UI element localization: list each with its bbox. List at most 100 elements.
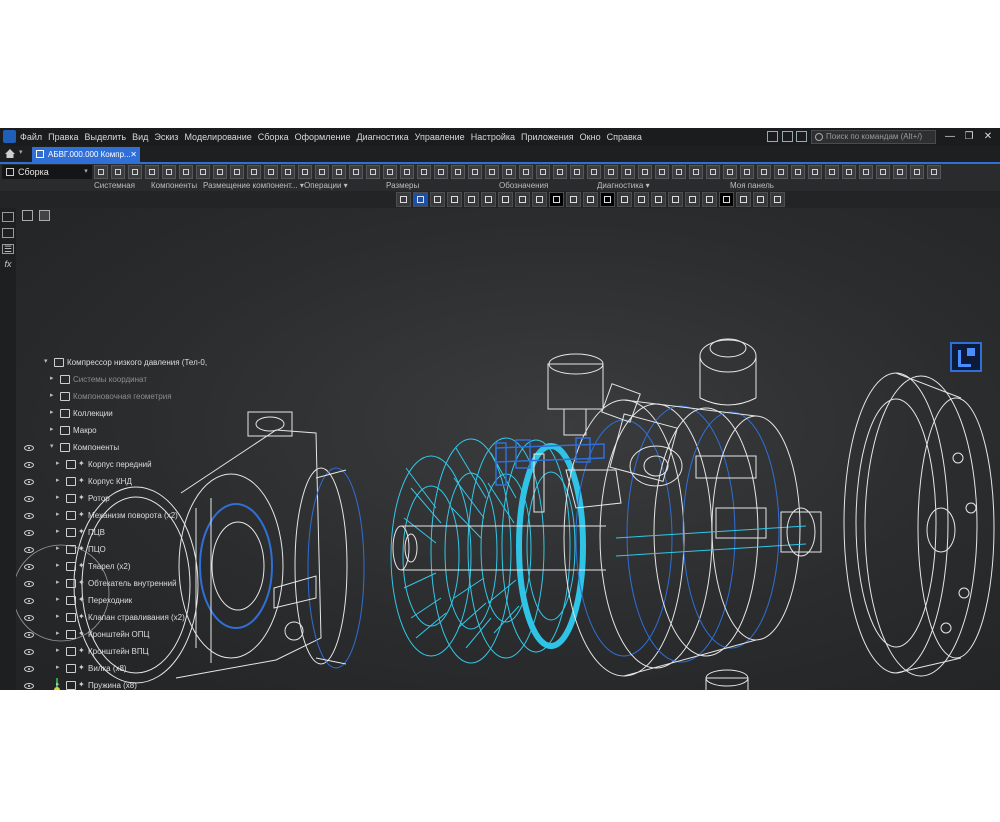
ribbon-command-icon[interactable] [417, 165, 431, 179]
layout-icon[interactable] [767, 131, 778, 142]
tree-item[interactable]: ▸ Компоновочная геометрия [0, 390, 230, 407]
ribbon-command-icon[interactable] [383, 165, 397, 179]
group-diagnostics[interactable]: Диагностика ▾ [597, 181, 650, 190]
expand-arrow-icon[interactable]: ▸ [56, 527, 60, 535]
view-tool-icon[interactable] [396, 192, 411, 207]
tree-panel-icon[interactable] [2, 212, 14, 222]
info-icon[interactable] [796, 131, 807, 142]
ribbon-command-icon[interactable] [689, 165, 703, 179]
expand-arrow-icon[interactable]: ▸ [56, 578, 60, 586]
tree-item[interactable]: ▾ Компоненты [0, 441, 230, 458]
ribbon-command-icon[interactable] [298, 165, 312, 179]
expand-arrow-icon[interactable]: ▸ [56, 544, 60, 552]
expand-arrow-icon[interactable]: ▸ [56, 459, 60, 467]
view-tool-icon[interactable] [464, 192, 479, 207]
ribbon-command-icon[interactable] [162, 165, 176, 179]
expand-arrow-icon[interactable]: ▸ [56, 476, 60, 484]
ribbon-command-icon[interactable] [893, 165, 907, 179]
group-operations[interactable]: Операции ▾ [304, 181, 348, 190]
ribbon-command-icon[interactable] [400, 165, 414, 179]
ribbon-command-icon[interactable] [315, 165, 329, 179]
tree-item[interactable]: ▸ ✦ Переходник [0, 594, 230, 611]
tree-item[interactable]: ▾ Компрессор низкого давления (Тел-0, [0, 356, 230, 373]
tree-item[interactable]: ▸ ✦ Корпус передний [0, 458, 230, 475]
ribbon-command-icon[interactable] [570, 165, 584, 179]
ribbon-command-icon[interactable] [451, 165, 465, 179]
ribbon-command-icon[interactable] [723, 165, 737, 179]
view-tool-icon[interactable] [566, 192, 581, 207]
visibility-eye-icon[interactable] [24, 462, 34, 468]
close-window-button[interactable]: ✕ [980, 130, 996, 143]
menu-item[interactable]: Сборка [258, 132, 289, 142]
collapse-arrow-icon[interactable]: ▾ [50, 442, 54, 450]
view-tool-icon[interactable] [634, 192, 649, 207]
visibility-eye-icon[interactable] [24, 479, 34, 485]
ribbon-command-icon[interactable] [434, 165, 448, 179]
visibility-eye-icon[interactable] [24, 632, 34, 638]
ribbon-command-icon[interactable] [247, 165, 261, 179]
visibility-eye-icon[interactable] [24, 598, 34, 604]
visibility-eye-icon[interactable] [24, 564, 34, 570]
visibility-eye-icon[interactable] [24, 649, 34, 655]
command-search-input[interactable]: Поиск по командам (Alt+/) [811, 130, 936, 144]
ribbon-command-icon[interactable] [213, 165, 227, 179]
tree-mode-list-icon[interactable] [39, 210, 50, 221]
tree-mode-structure-icon[interactable] [22, 210, 33, 221]
document-tab[interactable]: АБВГ.000.000 Компр... ✕ [32, 147, 140, 162]
ribbon-command-icon[interactable] [672, 165, 686, 179]
ribbon-command-icon[interactable] [366, 165, 380, 179]
properties-panel-icon[interactable] [2, 228, 14, 238]
ribbon-command-icon[interactable] [519, 165, 533, 179]
menu-item[interactable]: Вид [132, 132, 148, 142]
view-tool-icon[interactable] [447, 192, 462, 207]
view-tool-icon[interactable] [736, 192, 751, 207]
ribbon-command-icon[interactable] [332, 165, 346, 179]
group-system[interactable]: Системная [94, 181, 135, 190]
tree-item[interactable]: ▸ Коллекции [0, 407, 230, 424]
tree-item[interactable]: ▸ ✦ Клапан стравливания (x2) [0, 611, 230, 628]
tree-item[interactable]: ▸ ✦ Обтекатель внутренний [0, 577, 230, 594]
menu-item[interactable]: Приложения [521, 132, 574, 142]
view-tool-icon[interactable] [549, 192, 564, 207]
ribbon-command-icon[interactable] [264, 165, 278, 179]
visibility-eye-icon[interactable] [24, 683, 34, 689]
menu-item[interactable]: Диагностика [356, 132, 408, 142]
ribbon-command-icon[interactable] [196, 165, 210, 179]
ribbon-command-icon[interactable] [808, 165, 822, 179]
tree-item[interactable]: ▸ ✦ Вилка (x8) [0, 662, 230, 679]
menu-item[interactable]: Файл [20, 132, 42, 142]
menu-item[interactable]: Эскиз [154, 132, 178, 142]
expand-arrow-icon[interactable]: ▸ [56, 561, 60, 569]
variables-fx-icon[interactable]: fx [2, 260, 14, 270]
tree-item[interactable]: ▸ ✦ Ротор [0, 492, 230, 509]
view-tool-icon[interactable] [702, 192, 717, 207]
tree-item[interactable]: ▸ ✦ ПЦВ [0, 526, 230, 543]
view-tool-icon[interactable] [617, 192, 632, 207]
menu-item[interactable]: Справка [607, 132, 642, 142]
expand-arrow-icon[interactable]: ▸ [56, 629, 60, 637]
tree-item[interactable]: ▸ ✦ Пружина (x8) [0, 679, 230, 690]
visibility-eye-icon[interactable] [24, 547, 34, 553]
view-tool-icon[interactable] [413, 192, 428, 207]
expand-arrow-icon[interactable]: ▸ [56, 510, 60, 518]
ribbon-command-icon[interactable] [604, 165, 618, 179]
view-tool-icon[interactable] [498, 192, 513, 207]
app-logo-icon[interactable] [3, 130, 16, 143]
ribbon-command-icon[interactable] [927, 165, 941, 179]
expand-arrow-icon[interactable]: ▸ [56, 646, 60, 654]
ribbon-command-icon[interactable] [179, 165, 193, 179]
expand-arrow-icon[interactable]: ▸ [56, 680, 60, 688]
view-tool-icon[interactable] [515, 192, 530, 207]
screen-icon[interactable] [782, 131, 793, 142]
menu-item[interactable]: Моделирование [184, 132, 251, 142]
minimize-button[interactable]: — [942, 130, 958, 143]
view-tool-icon[interactable] [651, 192, 666, 207]
ribbon-command-icon[interactable] [842, 165, 856, 179]
expand-arrow-icon[interactable]: ▸ [50, 408, 54, 416]
visibility-eye-icon[interactable] [24, 581, 34, 587]
mode-selector[interactable]: Сборка [2, 165, 80, 179]
menu-item[interactable]: Правка [48, 132, 78, 142]
view-tool-icon[interactable] [753, 192, 768, 207]
group-dimensions[interactable]: Размеры [386, 181, 419, 190]
visibility-eye-icon[interactable] [24, 666, 34, 672]
